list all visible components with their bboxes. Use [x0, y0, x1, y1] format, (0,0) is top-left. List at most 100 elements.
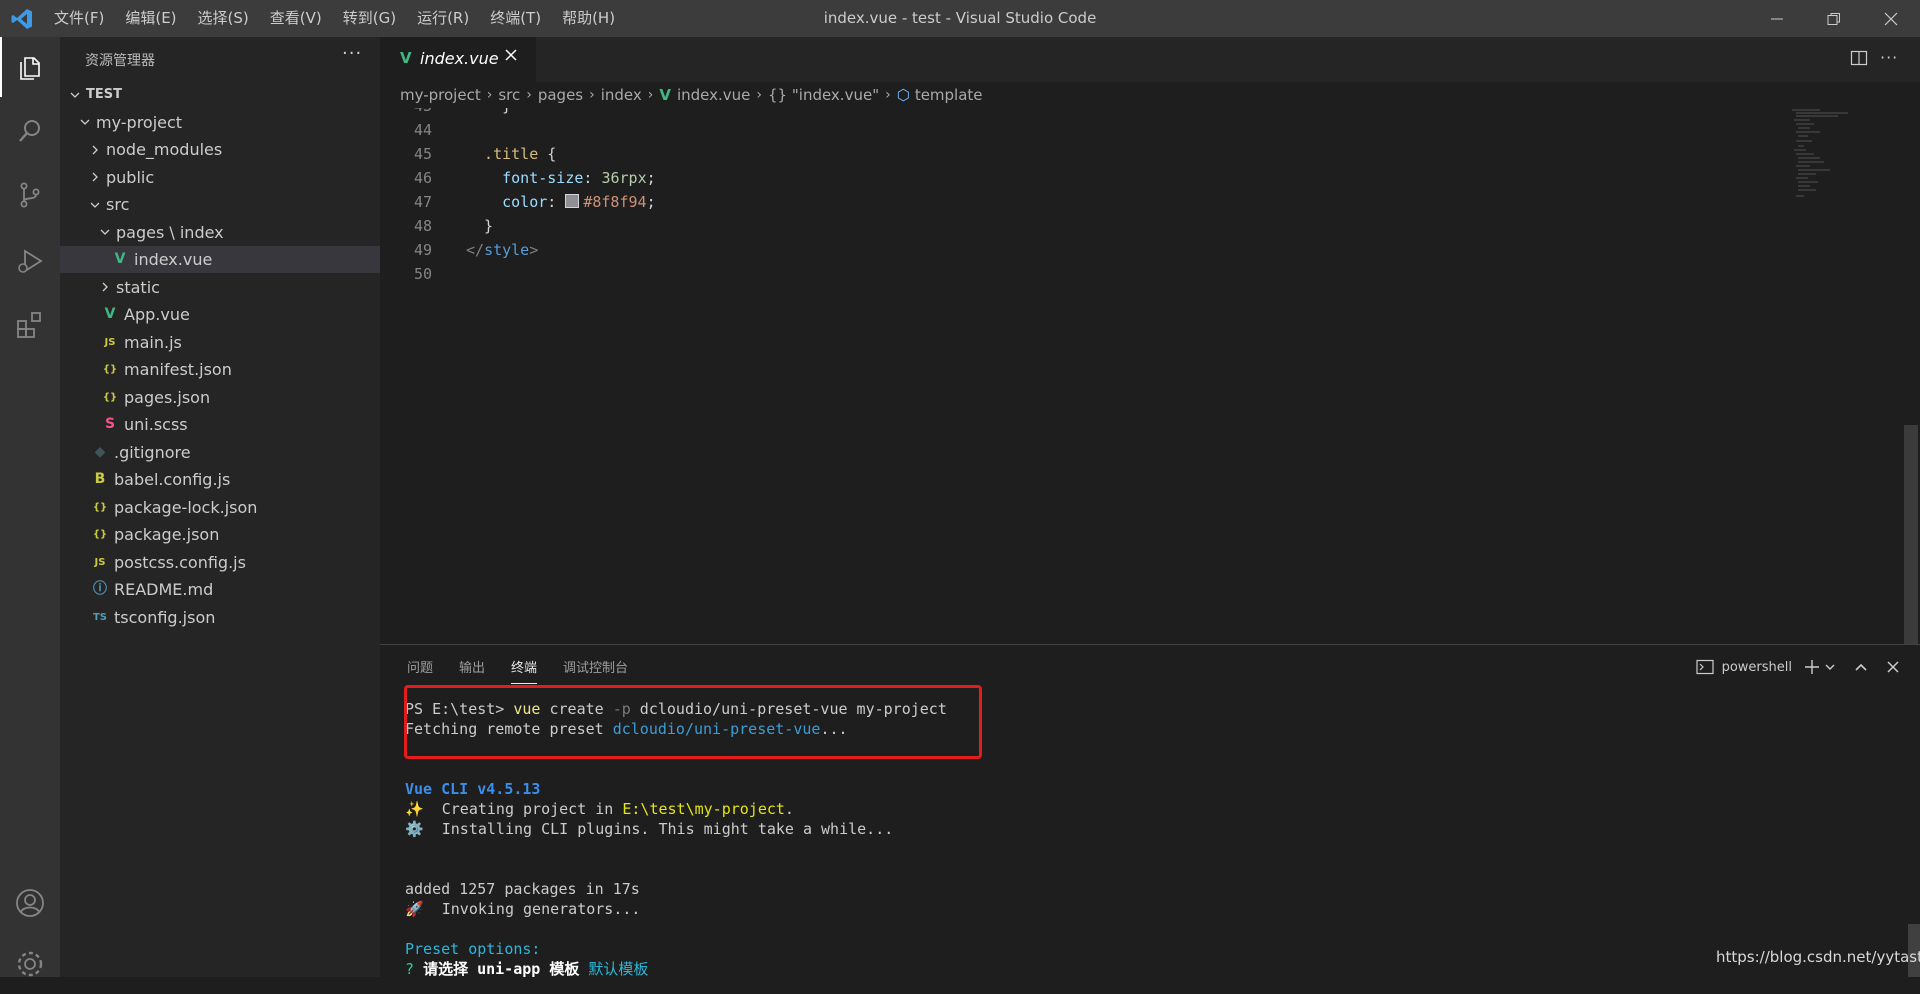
tree-item-label: src [106, 195, 130, 214]
info-file-icon: ⓘ [93, 581, 107, 597]
sidebar-title: 资源管理器 [85, 53, 155, 69]
settings-gear-icon[interactable] [0, 934, 60, 994]
chevron-down-icon[interactable] [1824, 661, 1836, 673]
tree-item[interactable]: node_modules [60, 136, 380, 163]
tree-item-label: pages.json [124, 387, 211, 407]
menu-item-2[interactable]: 选择(S) [188, 0, 260, 37]
menu-item-6[interactable]: 终端(T) [480, 0, 552, 37]
git-file-icon: ◆ [94, 443, 106, 460]
split-editor-icon[interactable] [1850, 49, 1868, 71]
breadcrumb-item[interactable]: src [498, 86, 520, 104]
menu-item-4[interactable]: 转到(G) [333, 0, 407, 37]
extensions-icon[interactable] [0, 295, 60, 355]
activity-bar [0, 37, 60, 977]
menu-item-1[interactable]: 编辑(E) [115, 0, 187, 37]
maximize-panel-icon[interactable] [1854, 660, 1868, 674]
tree-item[interactable]: Bbabel.config.js [60, 466, 380, 493]
tree-item[interactable]: ◆ .gitignore [60, 439, 380, 466]
panel-tab[interactable]: 调试控制台 [563, 659, 628, 684]
code-text: font-size: 36rpx; [466, 166, 656, 190]
tree-item[interactable]: {} package-lock.json [60, 494, 380, 521]
terminal-text: ⚙️ Installing CLI plugins. This might ta… [405, 820, 894, 838]
breadcrumb-item[interactable]: index.vue [677, 86, 750, 104]
tree-item[interactable]: public [60, 164, 380, 191]
tree-item[interactable]: JS main.js [60, 329, 380, 356]
tree-item[interactable]: {} pages.json [60, 384, 380, 411]
tree-item[interactable]: TS tsconfig.json [60, 604, 380, 631]
tree-item[interactable]: TEST [60, 81, 380, 108]
tree-item[interactable]: Suni.scss [60, 411, 380, 438]
editor-tab-bar [380, 37, 1920, 82]
json-file-icon: {} [102, 391, 118, 403]
code-token: style [484, 241, 530, 259]
breadcrumb-item[interactable]: index [601, 86, 642, 104]
watermark: https://blog.csdn.net/yytasty [1716, 948, 1920, 966]
tree-item[interactable]: pages \ index [60, 219, 380, 246]
chevron-right-icon: › [647, 87, 654, 103]
line-number: 50 [413, 265, 432, 283]
source-control-icon[interactable] [0, 165, 60, 225]
search-icon[interactable] [0, 101, 60, 161]
tab-index-vue[interactable]: V index.vue [380, 37, 536, 82]
tree-item[interactable]: JS postcss.config.js [60, 549, 380, 576]
vue-file-icon: V [659, 86, 671, 104]
tree-item[interactable]: src [60, 191, 380, 218]
terminal-text: ✨ Creating project in [405, 800, 623, 818]
code-editor[interactable]: 43 }4445 .title {46 font-size: 36rpx;47 … [380, 108, 1920, 644]
close-panel-icon[interactable] [1886, 660, 1900, 674]
breadcrumb-item[interactable]: {} "index.vue" [768, 86, 879, 104]
tree-item[interactable]: {} manifest.json [60, 356, 380, 383]
editor-more-actions-icon[interactable]: ··· [1880, 48, 1898, 67]
shell-selector[interactable]: powershell [1722, 660, 1792, 675]
line-number: 48 [413, 217, 432, 235]
menu-item-0[interactable]: 文件(F) [44, 0, 115, 37]
account-icon[interactable] [0, 873, 60, 933]
code-line: 47 color: #8f8f94; [380, 190, 1780, 214]
minimap[interactable] [1790, 108, 1900, 218]
code-token: ; [646, 169, 656, 187]
restore-button[interactable] [1806, 0, 1862, 37]
terminal-text: ? [405, 960, 424, 978]
new-terminal-icon[interactable] [1804, 659, 1820, 675]
tree-item[interactable]: Vindex.vue [60, 246, 380, 273]
menu-item-7[interactable]: 帮助(H) [552, 0, 626, 37]
tree-item[interactable]: static [60, 274, 380, 301]
menu-item-3[interactable]: 查看(V) [260, 0, 333, 37]
breadcrumb-item[interactable]: pages [538, 86, 583, 104]
code-line: 46 font-size: 36rpx; [380, 166, 1780, 190]
color-swatch[interactable] [565, 194, 580, 208]
breadcrumb-item[interactable]: my-project [400, 86, 481, 104]
tree-item[interactable]: ⓘ README.md [60, 576, 380, 603]
code-text: </style> [466, 238, 538, 262]
chevron-right-icon [98, 274, 112, 301]
more-actions-icon[interactable]: ··· [342, 43, 362, 64]
chevron-right-icon: › [486, 87, 493, 103]
tree-item-label: App.vue [124, 305, 190, 324]
js-file-icon: JS [94, 556, 106, 568]
terminal-text: E:\test\my-project [622, 800, 785, 818]
js-file-icon: JS [104, 336, 116, 348]
code-line: 50 [380, 262, 1780, 286]
panel-tab[interactable]: 输出 [459, 659, 485, 684]
code-token: : [583, 169, 602, 187]
explorer-icon[interactable] [0, 37, 60, 97]
panel-tab[interactable]: 问题 [407, 659, 433, 684]
json-file-icon: {} [92, 501, 108, 513]
run-debug-icon[interactable] [0, 231, 60, 291]
code-token: </ [466, 241, 485, 259]
breadcrumb-item[interactable]: template [915, 86, 983, 104]
template-symbol-icon: ⬡ [896, 86, 910, 104]
menu-item-5[interactable]: 运行(R) [407, 0, 480, 37]
panel-tab[interactable]: 终端 [511, 659, 538, 684]
tree-item[interactable]: {} package.json [60, 521, 380, 548]
close-tab-icon[interactable] [504, 48, 518, 66]
tree-item[interactable]: V App.vue [60, 301, 380, 328]
scss-file-icon: S [104, 416, 116, 432]
tree-item[interactable]: my-project [60, 109, 380, 136]
editor-scrollbar[interactable] [1904, 425, 1918, 645]
breadcrumb: my-project › src › pages › index › Vindex.vue › {}… [380, 82, 1920, 108]
minimize-button[interactable] [1749, 0, 1805, 37]
close-window-button[interactable] [1863, 0, 1919, 37]
code-text: .title { [466, 142, 556, 166]
tree-item-label: static [116, 277, 160, 297]
